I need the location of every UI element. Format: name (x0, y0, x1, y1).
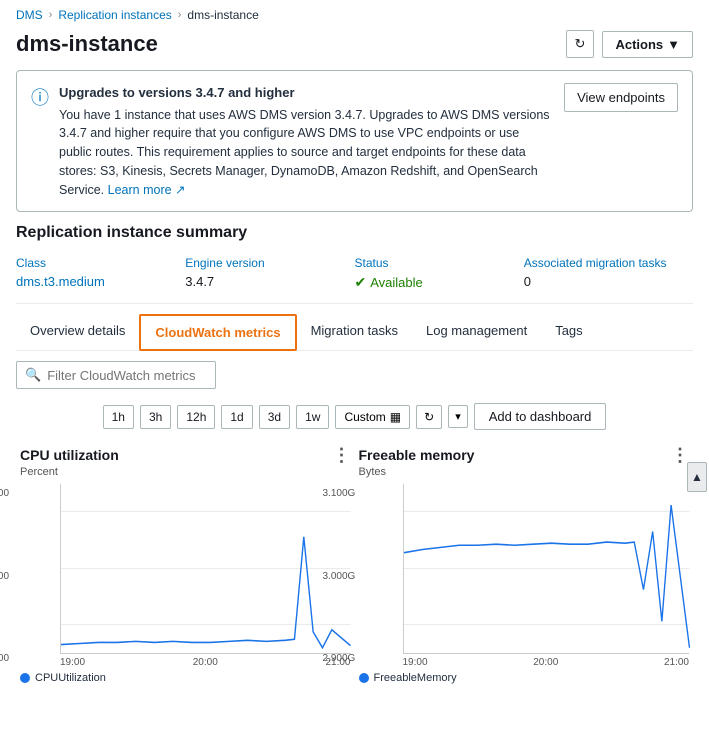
cpu-chart-subtitle: Percent (20, 466, 351, 478)
info-icon: ⓘ (31, 84, 49, 110)
summary-grid: Class dms.t3.medium Engine version 3.4.7… (16, 256, 693, 291)
breadcrumb-dms[interactable]: DMS (16, 8, 43, 22)
cpu-chart-menu[interactable]: ⋮ (333, 446, 351, 464)
memory-chart-wrapper (403, 484, 690, 654)
memory-x-labels: 19:00 20:00 21:00 (403, 654, 690, 668)
memory-chart-title: Freeable memory ⋮ (359, 446, 690, 464)
summary-section: Replication instance summary Class dms.t… (16, 224, 693, 291)
page-title: dms-instance (16, 31, 158, 57)
alert-banner: ⓘ Upgrades to versions 3.4.7 and higher … (16, 70, 693, 212)
time-12h-button[interactable]: 12h (177, 405, 215, 429)
summary-tasks-value: 0 (524, 274, 693, 289)
cpu-chart-card: CPU utilization ⋮ Percent 60.00 40.00 20… (16, 436, 355, 688)
summary-tasks-label: Associated migration tasks (524, 256, 693, 270)
actions-dropdown-icon: ▼ (667, 37, 680, 52)
cpu-chart-svg (61, 484, 351, 653)
cpu-chart-title: CPU utilization ⋮ (20, 446, 351, 464)
cpu-title-text: CPU utilization (20, 447, 119, 463)
filter-bar: 🔍 (16, 361, 693, 389)
time-1w-button[interactable]: 1w (296, 405, 329, 429)
memory-y-labels: 3.100G 3.000G 2.900G (323, 484, 356, 668)
cpu-x-labels: 19:00 20:00 21:00 (60, 654, 351, 668)
breadcrumb-replication-instances[interactable]: Replication instances (58, 8, 171, 22)
add-dashboard-button[interactable]: Add to dashboard (474, 403, 607, 430)
time-3d-button[interactable]: 3d (259, 405, 290, 429)
cpu-y-labels: 60.00 40.00 20.00 (0, 484, 9, 668)
summary-engine-value: 3.4.7 (185, 274, 354, 289)
summary-class-value[interactable]: dms.t3.medium (16, 274, 105, 289)
check-icon: ✔ (355, 274, 367, 291)
tab-overview[interactable]: Overview details (16, 314, 139, 351)
filter-input-wrapper: 🔍 (16, 361, 216, 389)
refresh-button[interactable]: ↻ (566, 30, 595, 58)
cpu-legend-dot (20, 673, 30, 683)
summary-engine: Engine version 3.4.7 (185, 256, 354, 291)
time-custom-button[interactable]: Custom ▦ (335, 405, 410, 429)
time-1d-button[interactable]: 1d (221, 405, 252, 429)
filter-cloudwatch-input[interactable] (47, 368, 207, 383)
actions-label: Actions (615, 37, 663, 52)
cpu-chart-wrapper (60, 484, 351, 654)
summary-class-label: Class (16, 256, 185, 270)
breadcrumb-current: dms-instance (187, 8, 258, 22)
header-actions: ↻ Actions ▼ (566, 30, 693, 58)
charts-area: CPU utilization ⋮ Percent 60.00 40.00 20… (0, 436, 709, 688)
time-controls: 1h 3h 12h 1d 3d 1w Custom ▦ ↻ ▾ Add to d… (0, 397, 709, 436)
breadcrumb-sep2: › (178, 9, 182, 21)
tab-migration[interactable]: Migration tasks (297, 314, 412, 351)
tab-cloudwatch[interactable]: CloudWatch metrics (139, 314, 296, 351)
alert-title: Upgrades to versions 3.4.7 and higher (59, 83, 554, 103)
alert-content: Upgrades to versions 3.4.7 and higher Yo… (59, 83, 554, 199)
page-header: dms-instance ↻ Actions ▼ (0, 26, 709, 70)
calendar-icon: ▦ (390, 410, 401, 424)
scroll-up-arrow[interactable]: ▲ (687, 462, 707, 492)
divider1 (16, 303, 693, 304)
time-3h-button[interactable]: 3h (140, 405, 171, 429)
tab-tags[interactable]: Tags (541, 314, 596, 351)
summary-engine-label: Engine version (185, 256, 354, 270)
breadcrumb: DMS › Replication instances › dms-instan… (0, 0, 709, 26)
memory-title-text: Freeable memory (359, 447, 475, 463)
summary-status: Status ✔ Available (355, 256, 524, 291)
summary-status-value: ✔ Available (355, 274, 524, 291)
time-1h-button[interactable]: 1h (103, 405, 134, 429)
cpu-legend-label: CPUUtilization (35, 672, 106, 684)
memory-chart-svg (404, 484, 690, 653)
cpu-chart-legend: CPUUtilization (20, 672, 351, 684)
breadcrumb-sep1: › (49, 9, 53, 21)
alert-learn-more[interactable]: Learn more ↗ (108, 183, 186, 197)
tab-log[interactable]: Log management (412, 314, 541, 351)
refresh-icon: ↻ (575, 36, 586, 52)
memory-chart-legend: FreeableMemory (359, 672, 690, 684)
view-endpoints-button[interactable]: View endpoints (564, 83, 678, 112)
summary-title: Replication instance summary (16, 224, 693, 242)
tabs: Overview details CloudWatch metrics Migr… (16, 314, 693, 351)
memory-chart-card: Freeable memory ⋮ Bytes 3.100G 3.000G 2.… (355, 436, 694, 688)
search-icon: 🔍 (25, 367, 41, 383)
memory-chart-menu[interactable]: ⋮ (671, 446, 689, 464)
actions-button[interactable]: Actions ▼ (602, 31, 693, 58)
time-refresh-button[interactable]: ↻ (416, 405, 442, 429)
time-dropdown-button[interactable]: ▾ (448, 405, 468, 428)
summary-status-label: Status (355, 256, 524, 270)
memory-legend-dot (359, 673, 369, 683)
memory-chart-subtitle: Bytes (359, 466, 690, 478)
custom-label: Custom (344, 410, 385, 424)
summary-tasks: Associated migration tasks 0 (524, 256, 693, 291)
memory-legend-label: FreeableMemory (374, 672, 457, 684)
summary-class: Class dms.t3.medium (16, 256, 185, 291)
